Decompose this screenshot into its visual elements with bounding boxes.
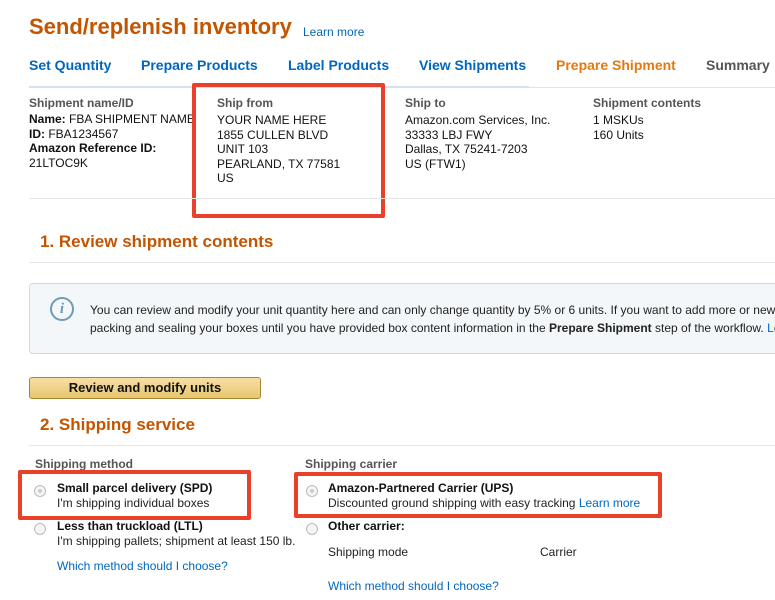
partnered-carrier-highlight bbox=[294, 472, 662, 518]
name-label: Name: bbox=[29, 112, 66, 126]
id-value: FBA1234567 bbox=[48, 126, 119, 141]
ltl-option-desc: I'm shipping pallets; shipment at least … bbox=[57, 534, 296, 548]
info-text-part: step of the workflow. bbox=[651, 321, 764, 335]
tab-prepare-products[interactable]: Prepare Products bbox=[141, 57, 258, 73]
review-section-heading: 1. Review shipment contents bbox=[40, 232, 274, 251]
info-text-part: packing and sealing your boxes until you… bbox=[90, 321, 549, 335]
address-line: 33333 LBJ FWY bbox=[405, 127, 493, 142]
shipment-contents-heading: Shipment contents bbox=[593, 96, 702, 110]
divider bbox=[29, 198, 775, 199]
carrier-help-link[interactable]: Which method should I choose? bbox=[328, 579, 499, 593]
reference-id-value: 21LTOC9K bbox=[29, 155, 88, 170]
other-carrier-radio[interactable] bbox=[306, 523, 318, 535]
method-help-link[interactable]: Which method should I choose? bbox=[57, 559, 228, 573]
reference-id-label: Amazon Reference ID: bbox=[29, 141, 157, 155]
info-text: You can review and modify your unit quan… bbox=[90, 301, 775, 337]
shipping-carrier-heading: Shipping carrier bbox=[305, 457, 398, 471]
msku-count: 1 MSKUs bbox=[593, 113, 644, 127]
info-box: i You can review and modify your unit qu… bbox=[29, 283, 775, 354]
info-line: packing and sealing your boxes until you… bbox=[90, 319, 775, 337]
shipping-mode-label: Shipping mode bbox=[328, 545, 409, 559]
shipment-name-block: Name: FBA SHIPMENT NAME ID: FBA1234567 A… bbox=[29, 112, 194, 170]
other-carrier-title: Other carrier: bbox=[328, 519, 405, 533]
ship-to-address: Amazon.com Services, Inc. 33333 LBJ FWY … bbox=[405, 113, 550, 171]
info-line: You can review and modify your unit quan… bbox=[90, 303, 775, 317]
address-line: Dallas, TX 75241-7203 bbox=[405, 142, 528, 156]
info-learn-link[interactable]: Le bbox=[767, 321, 775, 335]
name-value: FBA SHIPMENT NAME bbox=[69, 112, 194, 126]
info-icon: i bbox=[50, 297, 74, 321]
divider bbox=[29, 445, 775, 446]
address-line: Amazon.com Services, Inc. bbox=[405, 113, 551, 127]
review-modify-units-button[interactable]: Review and modify units bbox=[29, 377, 261, 399]
carrier-label: Carrier bbox=[540, 545, 577, 559]
spd-highlight bbox=[18, 470, 251, 520]
divider bbox=[29, 262, 775, 263]
shipping-method-heading: Shipping method bbox=[35, 457, 133, 471]
ltl-radio[interactable] bbox=[34, 523, 46, 535]
address-line: US (FTW1) bbox=[405, 156, 466, 171]
tab-set-quantity[interactable]: Set Quantity bbox=[29, 57, 111, 73]
page-title: Send/replenish inventory bbox=[29, 14, 292, 39]
shipment-contents: 1 MSKUs 160 Units bbox=[593, 113, 644, 142]
tab-prepare-shipment[interactable]: Prepare Shipment bbox=[556, 57, 676, 73]
shipment-name-heading: Shipment name/ID bbox=[29, 96, 134, 110]
ltl-option-title: Less than truckload (LTL) bbox=[57, 519, 203, 533]
shipping-service-heading: 2. Shipping service bbox=[40, 415, 195, 434]
ship-to-heading: Ship to bbox=[405, 96, 446, 110]
id-label: ID: bbox=[29, 126, 45, 141]
learn-more-link[interactable]: Learn more bbox=[303, 25, 364, 39]
tab-view-shipments[interactable]: View Shipments bbox=[419, 57, 526, 73]
info-text-bold: Prepare Shipment bbox=[548, 321, 652, 335]
tab-summary[interactable]: Summary bbox=[706, 57, 770, 73]
unit-count: 160 Units bbox=[593, 127, 644, 142]
tab-label-products[interactable]: Label Products bbox=[288, 57, 389, 73]
